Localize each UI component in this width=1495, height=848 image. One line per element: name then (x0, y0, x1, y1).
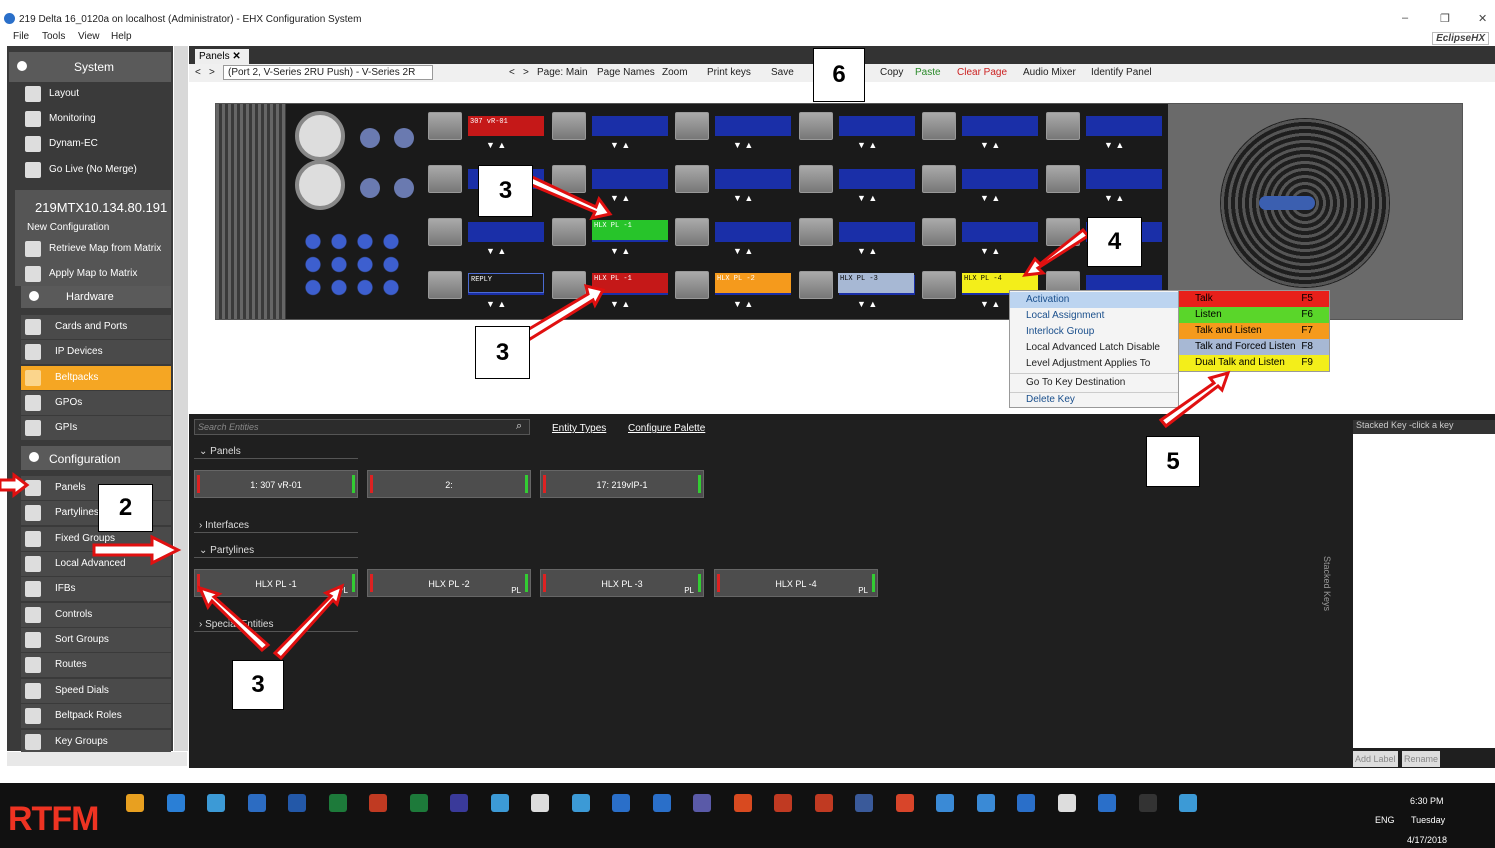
taskbar-app-icon[interactable] (126, 794, 144, 812)
taskbar-app-icon[interactable] (1138, 794, 1157, 812)
taskbar-app-icon[interactable] (1098, 794, 1116, 812)
taskbar-app-icon[interactable] (976, 794, 995, 812)
callout-2: 2 (98, 484, 153, 532)
arrow-icon (197, 585, 271, 653)
annotation-arrows (0, 173, 1231, 661)
taskbar-app-icon[interactable] (409, 794, 428, 812)
taskbar-app-icon[interactable] (490, 794, 509, 812)
callout-6: 6 (813, 48, 865, 102)
taskbar-app-icon[interactable] (571, 794, 590, 812)
callout-3: 3 (478, 165, 533, 217)
taskbar-app-icon[interactable] (1057, 794, 1076, 812)
taskbar-app-icon[interactable] (733, 794, 752, 812)
taskbar-app-icon[interactable] (288, 794, 306, 812)
arrow-icon (1022, 227, 1091, 277)
taskbar-app-icon[interactable] (166, 794, 185, 812)
taskbar-app-icon[interactable] (895, 794, 914, 812)
taskbar-app-icon[interactable] (774, 794, 792, 812)
taskbar-app-icon[interactable] (814, 794, 833, 812)
taskbar-app-icon[interactable] (936, 794, 954, 812)
arrow-icon (1158, 370, 1231, 429)
taskbar-app-icon[interactable] (612, 794, 630, 812)
callout-4: 4 (1087, 217, 1142, 267)
taskbar-app-icon[interactable] (207, 794, 225, 812)
taskbar-app-icon[interactable] (247, 794, 266, 812)
taskbar-app-icon[interactable] (328, 794, 347, 812)
arrow-icon (272, 583, 345, 661)
taskbar-app-icon[interactable] (1179, 794, 1197, 812)
arrow-icon (521, 283, 606, 341)
taskbar-app-icon[interactable] (369, 794, 387, 812)
taskbar-app-icon[interactable] (693, 794, 711, 812)
callout-5: 5 (1146, 436, 1200, 487)
taskbar-app-icon[interactable] (855, 794, 873, 812)
taskbar-app-icon[interactable] (652, 794, 671, 812)
arrow-icon (525, 173, 613, 221)
callout-3: 3 (475, 326, 530, 379)
taskbar-app-icon[interactable] (1017, 794, 1035, 812)
taskbar-app-icon[interactable] (450, 794, 468, 812)
callout-3: 3 (232, 660, 284, 710)
arrow-icon (92, 534, 182, 566)
taskbar-app-icon[interactable] (531, 794, 549, 812)
arrow-icon (0, 471, 30, 499)
